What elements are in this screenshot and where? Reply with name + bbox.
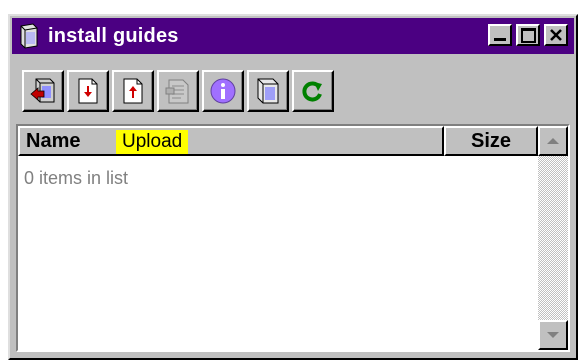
exit-button[interactable] xyxy=(22,70,64,112)
install-guides-window: install guides Name Upload Size 0 items … xyxy=(8,14,578,360)
info-icon xyxy=(210,78,236,104)
book-icon xyxy=(257,78,279,104)
arrow-up-icon xyxy=(547,138,559,144)
column-header-name[interactable]: Name Upload xyxy=(18,126,444,156)
vertical-scrollbar[interactable] xyxy=(538,126,568,350)
scroll-down-button[interactable] xyxy=(538,320,568,350)
info-button[interactable] xyxy=(202,70,244,112)
arrow-down-icon xyxy=(547,332,559,338)
download-icon xyxy=(78,78,98,104)
refresh-button[interactable] xyxy=(292,70,334,112)
column-header-name-label: Name xyxy=(26,129,81,152)
upload-icon xyxy=(123,78,143,104)
refresh-icon xyxy=(302,81,322,102)
upload-tooltip: Upload xyxy=(116,130,189,154)
empty-list-message: 0 items in list xyxy=(24,168,129,188)
folder-button[interactable] xyxy=(247,70,289,112)
close-icon xyxy=(550,29,562,41)
window-title: install guides xyxy=(48,24,179,47)
exit-icon xyxy=(30,78,55,103)
minimize-button[interactable] xyxy=(488,24,512,46)
document-icon xyxy=(165,79,189,104)
download-button[interactable] xyxy=(67,70,109,112)
folder-book-icon xyxy=(20,23,38,49)
maximize-button[interactable] xyxy=(516,24,540,46)
list-header: Name Upload Size xyxy=(18,126,538,156)
title-bar[interactable]: install guides xyxy=(12,18,574,54)
scroll-up-button[interactable] xyxy=(538,126,568,156)
column-header-size[interactable]: Size xyxy=(444,126,538,156)
properties-button[interactable] xyxy=(157,70,199,112)
close-button[interactable] xyxy=(544,24,568,46)
upload-button[interactable] xyxy=(112,70,154,112)
file-list[interactable]: Name Upload Size 0 items in list xyxy=(16,124,570,352)
toolbar xyxy=(12,58,574,124)
column-header-size-label: Size xyxy=(470,129,512,152)
